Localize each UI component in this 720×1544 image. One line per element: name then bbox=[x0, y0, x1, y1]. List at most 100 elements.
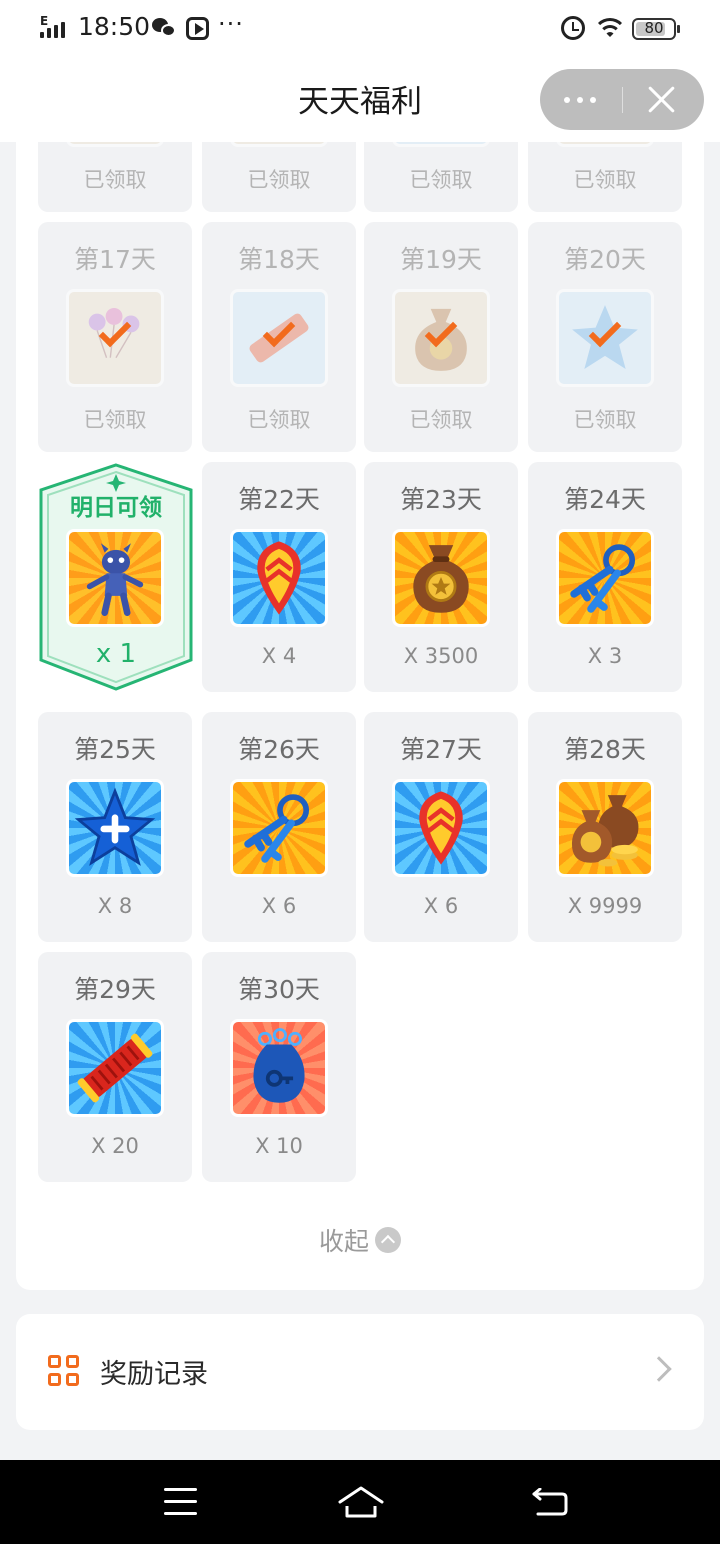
reward-quantity: X 3500 bbox=[403, 644, 479, 668]
grid-apps-icon bbox=[48, 1355, 82, 1389]
day-label: 第25天 bbox=[74, 735, 156, 764]
reward-quantity: X 9999 bbox=[567, 894, 643, 918]
day-label: 第19天 bbox=[400, 245, 482, 274]
day-label: 第17天 bbox=[74, 245, 156, 274]
keys-icon bbox=[244, 794, 310, 863]
reward-tile bbox=[66, 1019, 164, 1117]
claim-status: 已领取 bbox=[573, 408, 637, 432]
day-cell: 已领取 bbox=[364, 142, 518, 212]
reward-tile bbox=[392, 529, 490, 627]
reward-tile bbox=[392, 779, 490, 877]
claimed-check-icon bbox=[556, 289, 654, 387]
signal-icon: E bbox=[40, 14, 72, 40]
claim-status: 已领取 bbox=[409, 408, 473, 432]
network-type: E bbox=[40, 14, 49, 28]
claim-status: 已领取 bbox=[247, 408, 311, 432]
claimed-check-icon bbox=[230, 289, 328, 387]
close-icon[interactable] bbox=[646, 83, 678, 115]
firecracker-icon bbox=[77, 1033, 153, 1103]
day-cell[interactable]: 第24天 X 3 bbox=[528, 462, 682, 692]
day-label: 第26天 bbox=[238, 735, 320, 764]
claim-status: 已领取 bbox=[83, 408, 147, 432]
day-label: 第23天 bbox=[400, 485, 482, 514]
reward-quantity: X 3 bbox=[587, 644, 623, 668]
day-label: 第22天 bbox=[238, 485, 320, 514]
day-cell[interactable]: 第26天 X 6 bbox=[202, 712, 356, 942]
video-play-icon bbox=[186, 17, 209, 40]
reward-tile bbox=[230, 529, 328, 627]
claim-status: 已领取 bbox=[573, 168, 637, 192]
collapse-label: 收起 bbox=[318, 1227, 369, 1256]
day-cell[interactable]: 第29天 X 20 bbox=[38, 952, 192, 1182]
tomorrow-claimable-cell[interactable]: 明日可领 x 1 bbox=[38, 462, 194, 692]
status-bar: E 18:50 ··· 80 bbox=[0, 0, 720, 56]
alarm-icon bbox=[561, 16, 585, 40]
clock: 18:50 bbox=[78, 12, 151, 41]
coin-bag-icon bbox=[413, 545, 469, 613]
day-cell[interactable]: 第30天 X 10 bbox=[202, 952, 356, 1182]
reward-tile bbox=[66, 529, 164, 627]
keys-icon bbox=[570, 544, 636, 613]
day-cell[interactable]: 第27天 X 6 bbox=[364, 712, 518, 942]
more-dots-icon[interactable] bbox=[564, 97, 598, 103]
reward-quantity: X 6 bbox=[261, 894, 297, 918]
wechat-icon bbox=[152, 16, 178, 38]
battery-level: 80 bbox=[644, 19, 664, 37]
day-cell[interactable]: 第25天 X 8 bbox=[38, 712, 192, 942]
day-label: 第30天 bbox=[238, 975, 320, 1004]
reward-tile bbox=[230, 142, 328, 147]
battery-icon: 80 bbox=[632, 18, 680, 40]
home-icon[interactable] bbox=[337, 1484, 385, 1520]
reward-record-label: 奖励记录 bbox=[100, 1359, 208, 1390]
back-icon[interactable] bbox=[532, 1488, 568, 1516]
day-cell: 已领取 bbox=[38, 142, 192, 212]
claim-status: 已领取 bbox=[83, 168, 147, 192]
day-cell[interactable]: 第28天 X 9999 bbox=[528, 712, 682, 942]
day-label: 第27天 bbox=[400, 735, 482, 764]
reward-quantity: X 10 bbox=[255, 1134, 303, 1158]
day-cell: 已领取 bbox=[528, 142, 682, 212]
reward-quantity: X 8 bbox=[97, 894, 133, 918]
reward-tile bbox=[230, 779, 328, 877]
collapse-button[interactable]: 收起 bbox=[16, 1222, 704, 1258]
claim-status: 已领取 bbox=[247, 168, 311, 192]
tomorrow-label: 明日可领 bbox=[70, 495, 162, 521]
mini-program-capsule bbox=[540, 69, 704, 130]
day-label: 第20天 bbox=[564, 245, 646, 274]
menu-icon[interactable] bbox=[164, 1488, 197, 1516]
day-label: 第18天 bbox=[238, 245, 320, 274]
day-cell: 第20天 已领取 bbox=[528, 222, 682, 452]
system-nav-bar bbox=[0, 1460, 720, 1544]
reward-tile bbox=[66, 779, 164, 877]
day-cell[interactable]: 第23天 X 3500 bbox=[364, 462, 518, 692]
reward-record-row[interactable]: 奖励记录 bbox=[16, 1314, 704, 1430]
day-label: 第24天 bbox=[564, 485, 646, 514]
key-bag-icon bbox=[253, 1028, 305, 1103]
rocket-boost-icon bbox=[419, 791, 463, 865]
day-cell: 第19天 已领取 bbox=[364, 222, 518, 452]
mascot-character-icon bbox=[86, 543, 144, 617]
reward-tile bbox=[230, 1019, 328, 1117]
capsule-divider bbox=[622, 87, 623, 113]
chevron-right-icon bbox=[646, 1356, 672, 1382]
day-label: 第28天 bbox=[564, 735, 646, 764]
reward-tile bbox=[392, 142, 490, 147]
day-cell[interactable]: 第22天 X 4 bbox=[202, 462, 356, 692]
reward-tile bbox=[556, 142, 654, 147]
check-in-calendar: 已领取 已领取 已领取 已领取 第17天 已领取 第18天 已领取 第19天 已… bbox=[16, 142, 704, 1290]
day-cell: 已领取 bbox=[202, 142, 356, 212]
title-bar: 天天福利 bbox=[0, 56, 720, 142]
day-cell: 第17天 已领取 bbox=[38, 222, 192, 452]
claimed-check-icon bbox=[66, 289, 164, 387]
more-notifications-icon: ··· bbox=[218, 10, 244, 38]
reward-quantity: X 20 bbox=[91, 1134, 139, 1158]
star-plus-icon bbox=[74, 787, 156, 866]
coin-bags-icon bbox=[571, 795, 639, 867]
reward-tile bbox=[66, 142, 164, 147]
day-label: 第29天 bbox=[74, 975, 156, 1004]
reward-tile bbox=[556, 529, 654, 627]
reward-quantity: X 4 bbox=[261, 644, 297, 668]
reward-quantity: X 6 bbox=[423, 894, 459, 918]
wifi-icon bbox=[594, 14, 626, 40]
rocket-boost-icon bbox=[257, 541, 301, 615]
